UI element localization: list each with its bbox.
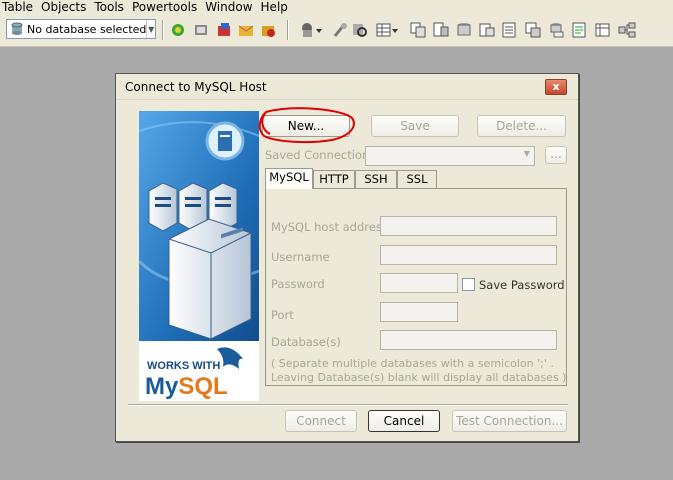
menu-powertools[interactable]: Powertools: [130, 0, 203, 14]
saved-connections-select[interactable]: ▼: [365, 146, 535, 166]
chevron-down-icon: ▼: [523, 149, 530, 158]
svg-text:MySQL: MySQL: [145, 373, 228, 400]
database-select[interactable]: No database selected ▼: [6, 19, 156, 39]
connect-icon[interactable]: [170, 22, 186, 38]
mysql-side-banner: WORKS WITH MySQL: [137, 111, 260, 401]
close-button[interactable]: x: [545, 79, 567, 95]
footer-divider: [128, 404, 568, 406]
menu-help[interactable]: Help: [259, 0, 294, 14]
databases-label: Database(s): [271, 335, 341, 349]
test-connection-button[interactable]: Test Connection...: [452, 410, 567, 432]
dialog-titlebar[interactable]: Connect to MySQL Host x: [116, 74, 578, 100]
browse-button[interactable]: ...: [545, 146, 567, 164]
tab-ssl[interactable]: SSL: [397, 170, 437, 189]
databases-hint-line1: ( Separate multiple databases with a sem…: [271, 357, 554, 370]
chevron-down-icon[interactable]: ▼: [146, 20, 155, 38]
relations-icon[interactable]: [618, 22, 636, 38]
host-address-input[interactable]: [380, 216, 557, 236]
databases-input[interactable]: [380, 330, 557, 350]
username-label: Username: [271, 250, 330, 264]
menu-table[interactable]: Table: [0, 0, 39, 14]
save-password-label: Save Password: [479, 278, 565, 292]
tab-ssh[interactable]: SSH: [355, 170, 397, 189]
copy-icon[interactable]: [410, 22, 426, 38]
disconnect-icon[interactable]: [193, 22, 209, 38]
database-select-value: No database selected: [27, 22, 147, 36]
open-icon[interactable]: [238, 22, 254, 38]
port-label: Port: [271, 308, 294, 322]
save-connection-button[interactable]: Save: [371, 115, 459, 137]
sync-icon[interactable]: [479, 22, 495, 38]
schedule-icon[interactable]: [548, 22, 564, 38]
menu-bar: Table Objects Tools Powertools Window He…: [0, 0, 673, 14]
toolbar-separator: [162, 20, 164, 40]
dialog-title: Connect to MySQL Host: [125, 80, 267, 94]
tab-http[interactable]: HTTP: [313, 170, 355, 189]
databases-hint-line2: Leaving Database(s) blank will display a…: [271, 371, 567, 384]
password-input[interactable]: [380, 273, 458, 293]
toolbar-separator: [287, 20, 289, 40]
export-icon[interactable]: [433, 22, 449, 38]
search-icon[interactable]: [352, 22, 368, 38]
import-icon[interactable]: [456, 22, 472, 38]
host-label: MySQL host address: [271, 220, 388, 234]
menu-tools[interactable]: Tools: [92, 0, 130, 14]
table-icon[interactable]: [376, 22, 398, 38]
username-input[interactable]: [380, 245, 557, 265]
menu-window[interactable]: Window: [203, 0, 258, 14]
port-input[interactable]: [380, 302, 458, 322]
toolbar: No database selected ▼: [0, 14, 673, 47]
schema-icon[interactable]: [300, 22, 322, 38]
new-query-icon[interactable]: [216, 22, 232, 38]
delete-connection-button[interactable]: Delete...: [477, 115, 566, 137]
password-label: Password: [271, 277, 325, 291]
cancel-button[interactable]: Cancel: [368, 410, 440, 432]
wrench-icon[interactable]: [332, 22, 348, 38]
connect-button[interactable]: Connect: [285, 410, 357, 432]
save-icon[interactable]: [260, 22, 276, 38]
save-password-checkbox[interactable]: [462, 278, 475, 291]
report-icon[interactable]: [572, 22, 588, 38]
designer-icon[interactable]: [595, 22, 611, 38]
backup-icon[interactable]: [502, 22, 518, 38]
tab-mysql[interactable]: MySQL: [265, 168, 313, 189]
connect-dialog: Connect to MySQL Host x WORKS WITH MySQL…: [115, 73, 579, 442]
annotation-circle: [258, 107, 355, 144]
restore-icon[interactable]: [525, 22, 541, 38]
menu-objects[interactable]: Objects: [39, 0, 92, 14]
saved-connections-label: Saved Connections: [265, 148, 376, 162]
database-icon: [11, 22, 23, 36]
svg-text:WORKS WITH: WORKS WITH: [147, 360, 220, 372]
